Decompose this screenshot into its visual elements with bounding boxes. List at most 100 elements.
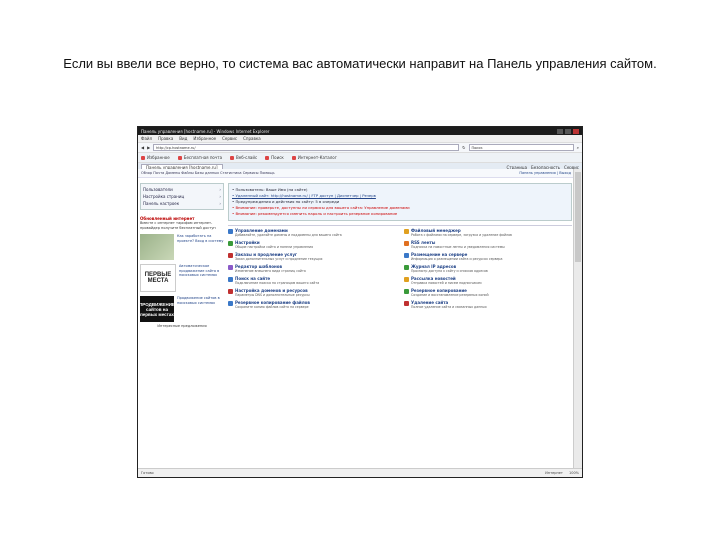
- section-icon: [228, 277, 233, 282]
- section-desc: Создание и восстановление резервных копи…: [411, 293, 489, 297]
- section-item[interactable]: Настройка доменов и ресурсов Параметры DN…: [228, 288, 396, 297]
- section-icon: [228, 241, 233, 246]
- section-icon: [404, 253, 409, 258]
- minimize-button[interactable]: [557, 128, 563, 134]
- catalog-icon: [291, 155, 296, 160]
- section-icon: [404, 229, 409, 234]
- section-desc: Информация о размещении сайта и ресурсах…: [411, 257, 503, 261]
- back-icon[interactable]: ◀: [141, 145, 144, 150]
- section-icon: [228, 289, 233, 294]
- menu-tools[interactable]: Сервис: [222, 136, 237, 141]
- info-alert: • Внимание: рекомендуется сменить пароль…: [232, 211, 398, 216]
- section-item[interactable]: Поиск на сайте Подключение поиска по стра…: [228, 276, 396, 285]
- section-desc: Параметры DNS и дополнительные ресурсы: [235, 293, 310, 297]
- favorites-item[interactable]: Веб-слайс: [230, 155, 257, 160]
- sidebar: Пользователи › Настройка страниц › Панель …: [139, 183, 224, 328]
- title-bar: Панель управления [hostname.ru] - Window…: [138, 127, 582, 135]
- favorites-item[interactable]: Поиск: [265, 155, 284, 160]
- ad-item[interactable]: Как заработать на проекте? Вход в систем…: [140, 234, 224, 260]
- panel-exit-link[interactable]: Панель управления | Выход: [519, 171, 571, 175]
- slice-icon: [230, 155, 235, 160]
- section-grid: Управление доменами Добавляйте, удаляйте …: [228, 225, 572, 312]
- ad-image: [140, 234, 174, 260]
- favorites-item[interactable]: Избранное: [141, 155, 170, 160]
- section-icon: [404, 289, 409, 294]
- favorites-item[interactable]: Бесплатная почта: [177, 155, 222, 160]
- status-text: Готово: [141, 471, 154, 475]
- chevron-icon: ›: [219, 187, 221, 192]
- section-desc: Работа с файлами на сервере, загрузка и …: [411, 233, 512, 237]
- url-input[interactable]: http://cp.hostname.ru/: [153, 144, 460, 151]
- section-desc: Добавляйте, удаляйте домены и поддомены …: [235, 233, 342, 237]
- menu-help[interactable]: Справка: [243, 136, 261, 141]
- section-item[interactable]: Журнал IP адресов Просмотр доступа к сайт…: [404, 264, 572, 273]
- menu-favorites[interactable]: Избранное: [193, 136, 216, 141]
- ad-caption: Интересные предложения: [157, 324, 207, 328]
- section-item[interactable]: Заказы и продление услуг Заказ дополнител…: [228, 252, 396, 261]
- section-item[interactable]: Размещение на сервере Информация о размещ…: [404, 252, 572, 261]
- main-panel: • Пользователь: Ваше Имя (на сайте) • Уд…: [228, 183, 572, 312]
- ad-item[interactable]: ПРОДВИЖЕНИЕ сайтов на первых местах Прод…: [139, 296, 224, 322]
- section-icon: [404, 301, 409, 306]
- zone-text: Интернет: [545, 471, 563, 475]
- status-bar: Готово Интернет 100%: [138, 468, 582, 477]
- section-icon: [404, 265, 409, 270]
- search-icon[interactable]: ⌕: [577, 145, 579, 150]
- section-icon: [228, 301, 233, 306]
- menu-edit[interactable]: Правка: [158, 136, 173, 141]
- section-desc: Заказ дополнительных услуг и продление т…: [235, 257, 323, 261]
- section-desc: Просмотр доступа к сайту и списков адрес…: [411, 269, 488, 273]
- site-nav-links[interactable]: Обзор Почта Домены Файлы Базы данных Ста…: [141, 171, 275, 175]
- section-icon: [228, 253, 233, 258]
- chevron-icon: ›: [219, 201, 221, 206]
- browser-window: Панель управления [hostname.ru] - Window…: [137, 126, 583, 478]
- mail-icon: [177, 155, 182, 160]
- sidebar-menu: Пользователи › Настройка страниц › Панель …: [140, 183, 224, 210]
- favorites-bar: Избранное Бесплатная почта Веб-слайс Пои…: [138, 153, 582, 163]
- section-desc: Отправка новостей и писем подписчикам: [411, 281, 482, 285]
- forward-icon[interactable]: ▶: [147, 145, 150, 150]
- info-box: • Пользователь: Ваше Имя (на сайте) • Уд…: [228, 183, 572, 221]
- window-title: Панель управления [hostname.ru] - Window…: [141, 128, 270, 134]
- section-desc: Подключение поиска по страницам вашего с…: [235, 281, 320, 285]
- section-item[interactable]: RSS ленты Подписка на новостные ленты и у…: [404, 240, 572, 249]
- search-icon: [265, 155, 270, 160]
- ad-image: ПРОДВИЖЕНИЕ сайтов на первых местах: [139, 296, 175, 322]
- window-buttons: [557, 128, 579, 134]
- section-item[interactable]: Резервное копирование файлов Сохраните ко…: [228, 300, 396, 309]
- refresh-icon[interactable]: ↻: [462, 145, 465, 150]
- ad-text: Вместе с интернет тарифом интернет-прова…: [140, 221, 216, 230]
- section-desc: Общие настройки сайта и панели управлени…: [235, 245, 314, 249]
- scrollbar[interactable]: [573, 169, 582, 469]
- section-icon: [228, 265, 233, 270]
- section-item[interactable]: Настройки Общие настройки сайта и панели …: [228, 240, 396, 249]
- section-icon: [404, 241, 409, 246]
- section-item[interactable]: Управление доменами Добавляйте, удаляйте …: [228, 228, 396, 237]
- close-button[interactable]: [573, 128, 579, 134]
- menu-file[interactable]: Файл: [141, 136, 152, 141]
- section-desc: Подписка на новостные ленты и уведомлени…: [411, 245, 505, 249]
- search-input[interactable]: Поиск: [468, 144, 574, 151]
- sidebar-item-users[interactable]: Пользователи ›: [143, 186, 221, 193]
- sidebar-item-pages[interactable]: Настройка страниц ›: [143, 193, 221, 200]
- menu-view[interactable]: Вид: [179, 136, 187, 141]
- section-item[interactable]: Резервное копирование Создание и восстано…: [404, 288, 572, 297]
- section-icon: [228, 229, 233, 234]
- section-item[interactable]: Удаление сайта Полное удаление сайта и св…: [404, 300, 572, 309]
- ad-block: Обновленный интернет Вместе с интернет т…: [139, 216, 224, 328]
- scrollbar-thumb[interactable]: [575, 172, 581, 262]
- section-desc: Сохраните копию файлов сайта на сервере: [235, 305, 309, 309]
- chevron-icon: ›: [219, 194, 221, 199]
- section-item[interactable]: Редактор шаблонов Изменение внешнего вида…: [228, 264, 396, 273]
- sidebar-item-settings[interactable]: Панель настроек ›: [143, 200, 221, 207]
- site-nav: Обзор Почта Домены Файлы Базы данных Ста…: [138, 169, 574, 178]
- section-item[interactable]: Рассылка новостей Отправка новостей и пис…: [404, 276, 572, 285]
- ad-image: ПЕРВЫЕ МЕСТА: [140, 264, 176, 292]
- maximize-button[interactable]: [565, 128, 571, 134]
- page-content: Обзор Почта Домены Файлы Базы данных Ста…: [138, 169, 574, 469]
- ad-item[interactable]: ПЕРВЫЕ МЕСТА Автоматическое продвижение …: [140, 264, 224, 292]
- section-item[interactable]: Файловый менеджер Работа с файлами на сер…: [404, 228, 572, 237]
- zoom-level[interactable]: 100%: [569, 471, 579, 475]
- favorites-item[interactable]: Интернет-Каталог: [291, 155, 337, 160]
- section-desc: Изменение внешнего вида страниц сайта: [235, 269, 306, 273]
